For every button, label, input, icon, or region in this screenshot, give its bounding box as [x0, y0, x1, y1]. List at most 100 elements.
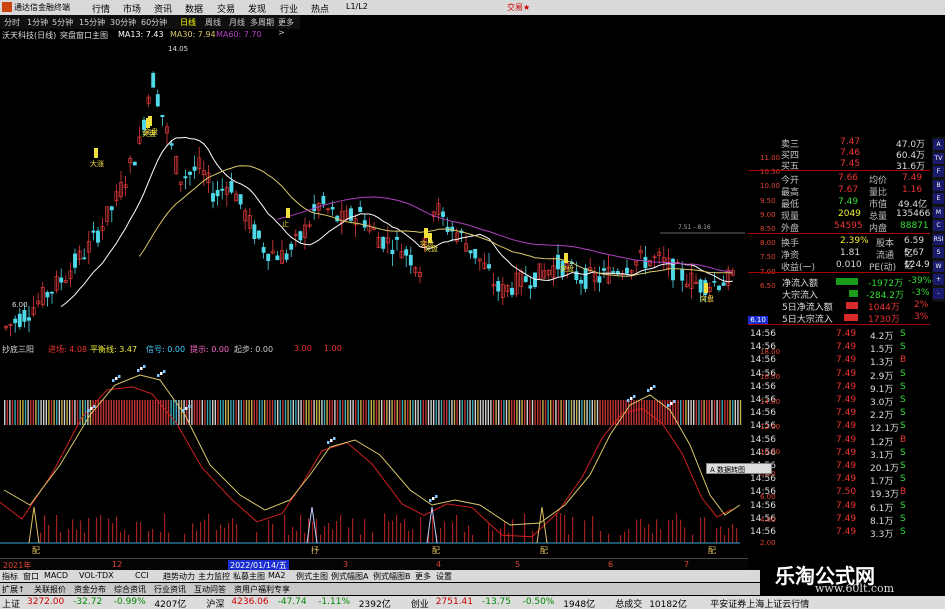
tool-button[interactable]: C [933, 220, 944, 231]
balance-line [3, 374, 741, 526]
menu-discover[interactable]: 发现 [248, 2, 266, 15]
menu-level2[interactable]: L1/L2 [346, 2, 368, 11]
menu-quotes[interactable]: 行情 [92, 2, 110, 15]
tool-button[interactable]: TV [933, 152, 944, 164]
tool-button[interactable]: - [933, 287, 944, 299]
period-5min[interactable]: 5分钟 [52, 17, 73, 28]
nav-tab[interactable]: 资用户福利专享 [234, 584, 290, 595]
tool-button[interactable]: RSI [933, 233, 944, 245]
nav-tab[interactable]: 互动问答 [194, 584, 226, 595]
quote-panel: 卖三 7.47 47.0万 买四 7.46 60.4万 买五 7.45 31.6… [748, 137, 931, 549]
period-30min[interactable]: 30分钟 [110, 17, 136, 28]
indicator-tab[interactable]: 更多 [415, 571, 431, 582]
tool-button[interactable]: W [933, 260, 944, 272]
period-monthly[interactable]: 月线 [229, 17, 245, 28]
status-item: 4207亿 [154, 600, 187, 609]
indicator-tab[interactable]: 窗口 [23, 571, 39, 582]
sub-indicator-chart[interactable] [0, 355, 748, 557]
indicator-tab[interactable]: MA2 [268, 571, 285, 580]
quote-row: 收益(一) 0.010 PE(动) 124.9 [781, 260, 930, 273]
indicator-tab[interactable]: 主力监控 [198, 571, 230, 582]
data-popup[interactable]: A 数据转图 [706, 463, 772, 474]
tool-button[interactable]: E [933, 193, 944, 204]
period-15min[interactable]: 15分钟 [79, 17, 105, 28]
status-item: 2751.41 [435, 597, 474, 607]
order-book-row: 买五 7.45 31.6万 [781, 159, 926, 172]
capital-flow-row: 5日净流入额 1044万 2% [782, 300, 929, 313]
indicator-tabs: 指标 窗口 MACD VOL-TDX CCI 趋势动力 主力监控 私募主图 MA2 例式主图 例式幅… [0, 570, 760, 582]
nav-tab[interactable]: 综合资讯 [114, 584, 146, 595]
divider [748, 272, 930, 273]
tool-button[interactable]: S [933, 247, 944, 258]
main-candlestick-chart[interactable]: 7.51 - 8.16 14.05 6.00 大涨突盘突盘止突盘突盘突盘突盘 [0, 42, 748, 342]
tick-row: 14:56 7.49 1.3万 B [750, 355, 907, 369]
capital-flow-row: 大宗流入 -284.2万 -3% [782, 288, 930, 301]
axis-tick: 10.00 [760, 448, 781, 456]
axis-tick: 4.00 [760, 516, 776, 524]
period-60min[interactable]: 60分钟 [141, 17, 167, 28]
tool-button[interactable]: F [933, 166, 944, 177]
period-multi[interactable]: 多周期 [250, 17, 274, 28]
period-1min[interactable]: 1分钟 [27, 17, 48, 28]
signal-marker [94, 148, 98, 158]
indicator-tab[interactable]: 例式主图 [296, 571, 328, 582]
ma60-label: MA60: 7.70 [216, 30, 262, 39]
tool-button[interactable]: + [933, 274, 944, 285]
signal-label: 突盘 [424, 244, 438, 253]
bottom-nav-tabs: 扩展↑ 关联报价 资金分布 综合资讯 行业资讯 互动问答 资用户福利专享 [0, 583, 760, 595]
tool-button[interactable]: A [933, 139, 944, 150]
high-price-marker: 14.05 [168, 45, 188, 53]
nav-tab[interactable]: 资金分布 [74, 584, 106, 595]
menu-hotspot[interactable]: 热点 [311, 2, 329, 15]
status-item: 1948亿 [563, 600, 596, 609]
stock-name: 沃天科技(日线) [2, 31, 57, 40]
period-weekly[interactable]: 周线 [205, 17, 221, 28]
nav-tab[interactable]: 行业资讯 [154, 584, 186, 595]
signal-label: 突盘 [560, 264, 574, 273]
period-daily[interactable]: 日线 [180, 17, 196, 28]
quote-row: 外盘 54595 内盘 88871 [781, 221, 929, 234]
app-logo-icon [2, 2, 12, 12]
indicator-tab[interactable]: VOL-TDX [79, 571, 114, 580]
signal-label: 突盘 [700, 294, 714, 303]
market-status-bar: 上证 3272.00 -32.72 -0.99% 4207亿 沪深 4236.06 -47.7… [0, 596, 945, 609]
ma13-line [60, 136, 733, 307]
axis-tick: 6.00 [760, 493, 776, 501]
watermark: 乐淘公式网 www.60lt.com [760, 560, 945, 596]
status-item: 3272.00 [27, 597, 65, 607]
signal-marker [148, 116, 152, 126]
axis-tick: 18.00 [760, 348, 781, 356]
indicator-tab[interactable]: 私募主图 [233, 571, 265, 582]
indicator-tab[interactable]: CCI [135, 571, 149, 580]
sub-indicator-infobar: 抄底三阳 进场: 4.08 平衡线: 3.47 信号: 0.00 提示: 0.0… [2, 344, 342, 354]
nav-tab[interactable]: 关联报价 [34, 584, 66, 595]
menu-trade[interactable]: 交易 [217, 2, 235, 15]
status-item: 平安证券上海上证云行情 [710, 600, 810, 609]
tool-button[interactable]: M [933, 206, 944, 218]
period-timeshare[interactable]: 分时 [4, 17, 20, 28]
sub-indicator-name: 抄底三阳 [2, 345, 34, 354]
menu-data[interactable]: 数据 [185, 2, 203, 15]
sub-indicator-bars [4, 400, 742, 425]
indicator-tab[interactable]: 指标 [2, 571, 18, 582]
menu-news[interactable]: 资讯 [154, 2, 172, 15]
divider [748, 170, 930, 171]
trade-shortcut[interactable]: 交易★ [507, 2, 530, 13]
status-item: 总成交 [615, 600, 643, 609]
tool-button[interactable]: B [933, 179, 944, 191]
nav-tab[interactable]: 扩展↑ [2, 584, 25, 595]
axis-tick: 2.00 [760, 539, 776, 547]
indicator-tab[interactable]: 例式幅图A [331, 571, 368, 582]
menu-industry[interactable]: 行业 [280, 2, 298, 15]
title-bar: 通达信金融终端 行情 市场 资讯 数据 交易 发现 行业 热点 L1/L2 交易… [0, 0, 945, 15]
chart-mode: 突盘窗口主图 [60, 31, 108, 40]
indicator-tab[interactable]: 设置 [436, 571, 452, 582]
signal-marker [564, 253, 568, 263]
quote-row: 今开 7.66 均价 7.49 [781, 173, 923, 186]
indicator-tab[interactable]: 趋势动力 [163, 571, 195, 582]
signal-marker [704, 283, 708, 293]
status-item: -32.72 [73, 597, 103, 607]
indicator-tab[interactable]: 例式幅图B [373, 571, 411, 582]
menu-market[interactable]: 市场 [123, 2, 141, 15]
indicator-tab[interactable]: MACD [44, 571, 68, 580]
